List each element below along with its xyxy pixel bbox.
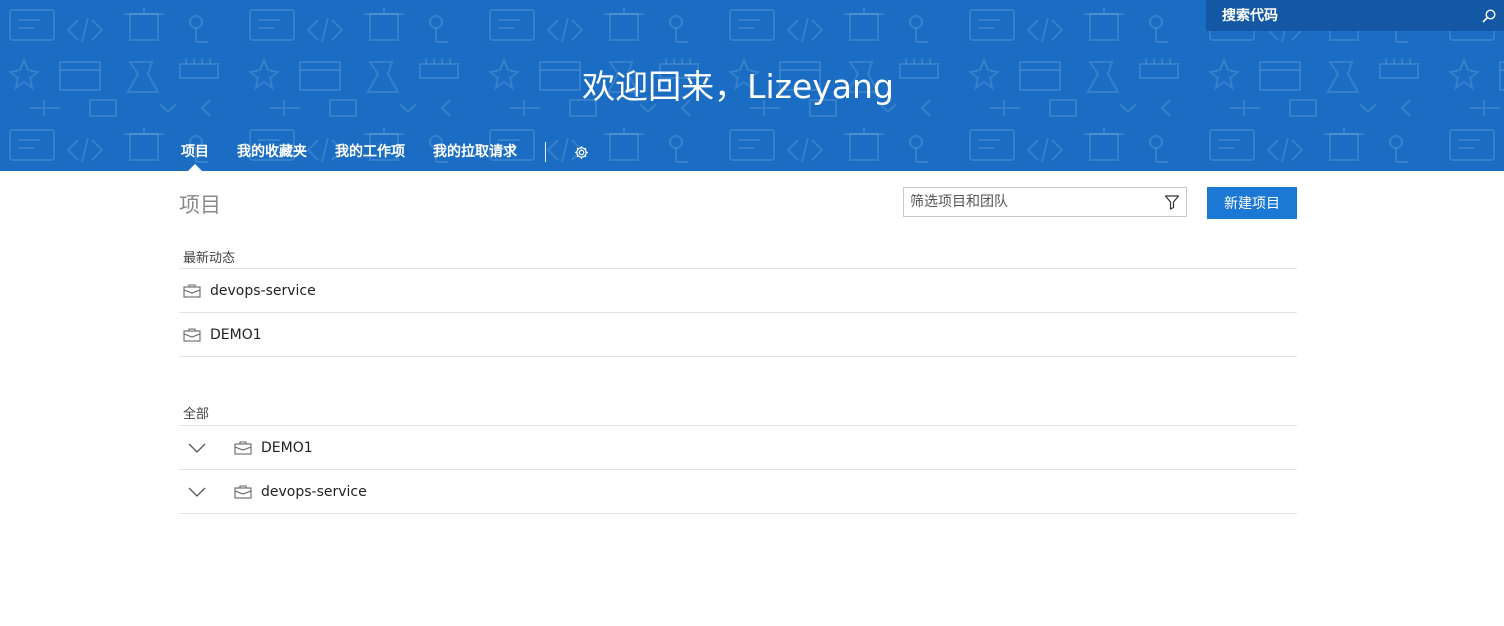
project-icon (183, 283, 201, 298)
project-filter-box[interactable] (903, 187, 1187, 217)
header-banner: 欢迎回来，Lizeyang 项目 我的收藏夹 我的工作项 我的拉取请求 (0, 0, 1504, 171)
project-filter-input[interactable] (904, 188, 1158, 216)
project-icon (183, 327, 201, 342)
all-project-list: DEMO1 devops-service (179, 425, 1297, 514)
tab-work-items[interactable]: 我的工作项 (335, 137, 405, 167)
project-name: DEMO1 (261, 439, 313, 456)
page-title: 项目 (179, 193, 221, 217)
gear-icon[interactable] (574, 137, 590, 167)
nav-divider (545, 142, 546, 162)
project-name: devops-service (261, 483, 367, 500)
list-item[interactable]: DEMO1 (179, 313, 1297, 357)
tab-label: 我的拉取请求 (433, 144, 517, 160)
code-search-box[interactable] (1206, 0, 1504, 31)
code-search-input[interactable] (1222, 7, 1474, 24)
hub-nav: 项目 我的收藏夹 我的工作项 我的拉取请求 (181, 137, 590, 171)
tab-label: 项目 (181, 144, 209, 160)
recent-section-title: 最新动态 (183, 251, 236, 266)
chevron-down-icon[interactable] (186, 485, 208, 499)
project-name: devops-service (210, 282, 316, 299)
search-icon[interactable] (1474, 0, 1504, 31)
list-item[interactable]: devops-service (179, 470, 1297, 514)
tab-pull-requests[interactable]: 我的拉取请求 (433, 137, 517, 167)
project-icon (234, 440, 252, 455)
project-icon (234, 484, 252, 499)
list-item[interactable]: devops-service (179, 269, 1297, 313)
project-name: DEMO1 (210, 326, 262, 343)
filter-icon[interactable] (1158, 188, 1186, 216)
list-item[interactable]: DEMO1 (179, 426, 1297, 470)
tab-label: 我的收藏夹 (237, 144, 307, 160)
recent-project-list: devops-service DEMO1 (179, 268, 1297, 357)
chevron-down-icon[interactable] (186, 441, 208, 455)
new-project-button[interactable]: 新建项目 (1207, 187, 1297, 219)
all-section-title: 全部 (183, 407, 210, 422)
tab-projects[interactable]: 项目 (181, 137, 209, 171)
tab-label: 我的工作项 (335, 144, 405, 160)
tab-favorites[interactable]: 我的收藏夹 (237, 137, 307, 167)
welcome-heading: 欢迎回来，Lizeyang (582, 67, 894, 106)
